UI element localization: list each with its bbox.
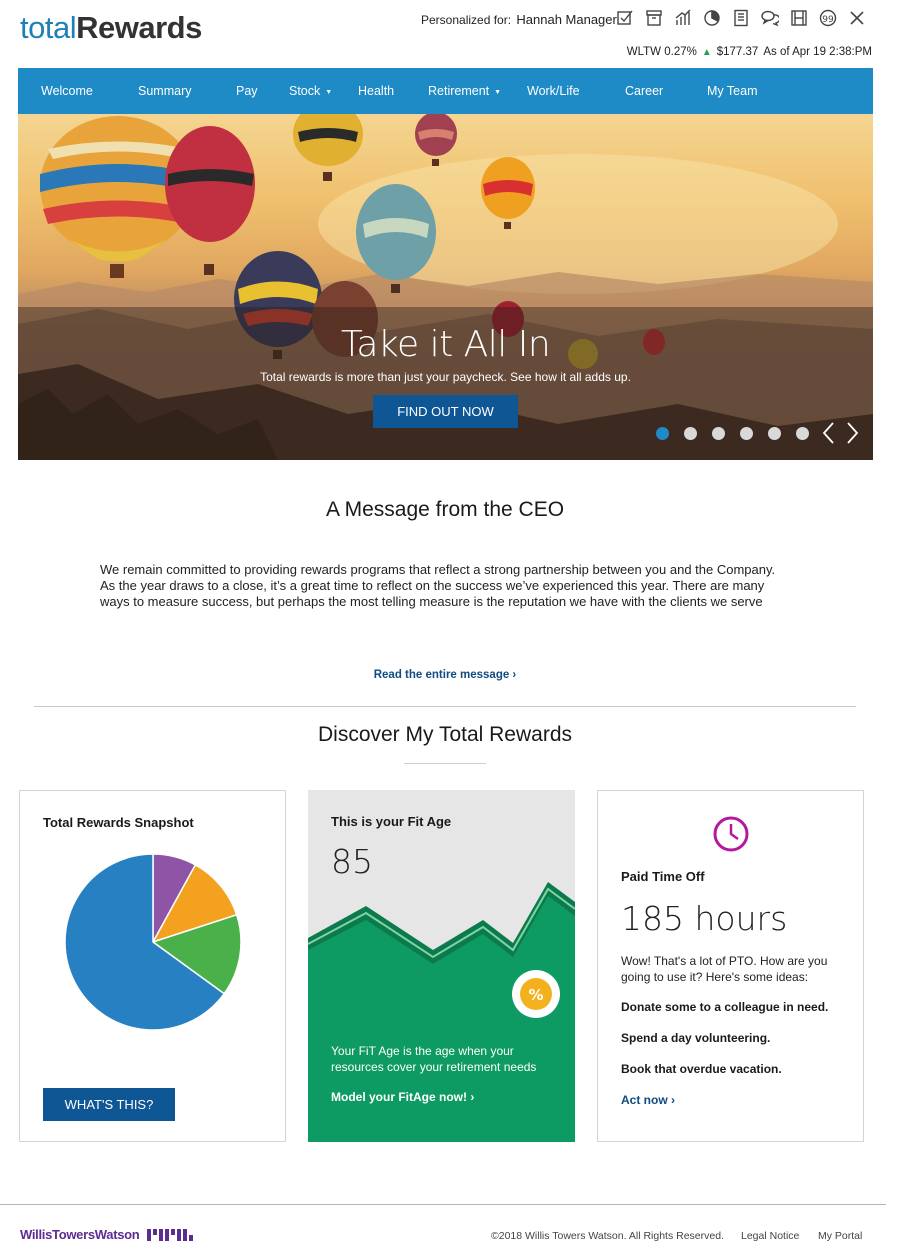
app-logo[interactable]: totalRewards bbox=[20, 10, 202, 46]
paid-time-off-card: Paid Time Off 185 hours Wow! That's a lo… bbox=[597, 790, 864, 1142]
carousel-dot[interactable] bbox=[740, 427, 753, 440]
logo-part-rewards: Rewards bbox=[76, 10, 202, 45]
footer-divider bbox=[0, 1204, 886, 1205]
arrow-up-icon: ▲ bbox=[701, 46, 712, 58]
document-icon[interactable] bbox=[731, 8, 751, 28]
user-name: Hannah Manager bbox=[516, 12, 617, 27]
nav-label: Career bbox=[625, 84, 664, 98]
card-title: Total Rewards Snapshot bbox=[43, 815, 194, 830]
pto-idea: Book that overdue vacation. bbox=[621, 1062, 782, 1076]
nav-health[interactable]: Health bbox=[358, 68, 394, 114]
card-title: Paid Time Off bbox=[621, 869, 705, 884]
ceo-message-text: We remain committed to providing rewards… bbox=[100, 562, 776, 609]
fit-age-description: Your FiT Age is the age when your resour… bbox=[331, 1044, 537, 1074]
quote-icon[interactable]: 99 bbox=[818, 8, 838, 28]
ceo-message-title: A Message from the CEO bbox=[325, 498, 565, 521]
percent-icon bbox=[520, 978, 552, 1010]
copyright-text: ©2018 Willis Towers Watson. All Rights R… bbox=[491, 1230, 724, 1242]
rewards-pie-chart[interactable] bbox=[64, 853, 242, 1031]
nav-label: Health bbox=[358, 84, 395, 98]
ticker-time: As of Apr 19 2:38:PM bbox=[763, 46, 872, 58]
nav-pay[interactable]: Pay bbox=[236, 68, 258, 114]
brand-mark-icon bbox=[147, 1228, 194, 1241]
carousel-dot[interactable] bbox=[796, 427, 809, 440]
archive-icon[interactable] bbox=[644, 8, 664, 28]
hero-title: Take it All In bbox=[340, 324, 551, 365]
carousel-dot[interactable] bbox=[656, 427, 669, 440]
nav-label: Summary bbox=[138, 84, 192, 98]
find-out-now-button[interactable]: FIND OUT NOW bbox=[373, 395, 518, 428]
pto-idea: Donate some to a colleague in need. bbox=[621, 1000, 829, 1014]
hero-carousel: Take it All In Total rewards is more tha… bbox=[18, 114, 873, 460]
whats-this-button[interactable]: WHAT'S THIS? bbox=[43, 1088, 175, 1121]
my-portal-link[interactable]: My Portal bbox=[818, 1230, 862, 1242]
carousel-dot[interactable] bbox=[768, 427, 781, 440]
legal-notice-link[interactable]: Legal Notice bbox=[741, 1230, 799, 1242]
pto-idea: Spend a day volunteering. bbox=[621, 1031, 771, 1045]
willis-towers-watson-logo[interactable]: WillisTowersWatson bbox=[20, 1227, 195, 1242]
act-now-link[interactable]: Act now › bbox=[621, 1093, 675, 1107]
fit-age-card: % This is your Fit Age 85 Your FiT Age i… bbox=[308, 790, 575, 1142]
personalized-label: Personalized for: bbox=[421, 13, 512, 27]
model-fitage-link[interactable]: Model your FitAge now! › bbox=[331, 1090, 474, 1104]
section-divider bbox=[34, 706, 856, 707]
stock-ticker: WLTW 0.27% ▲ $177.37 As of Apr 19 2:38:P… bbox=[627, 46, 872, 58]
bar-chart-icon[interactable] bbox=[673, 8, 693, 28]
nav-worklife[interactable]: Work/Life bbox=[527, 68, 580, 114]
header: totalRewards Personalized for: Hannah Ma… bbox=[0, 0, 900, 68]
pto-description: Wow! That's a lot of PTO. How are you go… bbox=[621, 954, 828, 984]
caret-down-icon: ▼ bbox=[325, 89, 333, 96]
carousel-dot[interactable] bbox=[712, 427, 725, 440]
close-icon[interactable] bbox=[847, 8, 867, 28]
nav-career[interactable]: Career bbox=[625, 68, 663, 114]
logo-part-total: total bbox=[20, 10, 77, 45]
nav-label: Stock bbox=[289, 84, 321, 98]
pto-hours-value: 185 hours bbox=[621, 899, 788, 938]
card-title: This is your Fit Age bbox=[331, 814, 452, 829]
footer-brand: WillisTowersWatson bbox=[20, 1227, 140, 1242]
ticker-symbol: WLTW 0.27% bbox=[626, 46, 697, 58]
nav-my-team[interactable]: My Team bbox=[707, 68, 757, 114]
checklist-icon[interactable] bbox=[615, 8, 635, 28]
title-underline bbox=[404, 763, 486, 764]
chevron-right-icon[interactable] bbox=[844, 420, 860, 446]
hero-subtitle: Total rewards is more than just your pay… bbox=[260, 370, 631, 384]
nav-label: Pay bbox=[236, 84, 258, 98]
nav-summary[interactable]: Summary bbox=[138, 68, 191, 114]
total-rewards-snapshot-card: Total Rewards Snapshot WHAT'S THIS? bbox=[19, 790, 286, 1142]
header-toolbar: 99 bbox=[615, 8, 867, 28]
caret-down-icon: ▼ bbox=[494, 89, 502, 96]
chevron-left-icon[interactable] bbox=[821, 420, 837, 446]
discover-title: Discover My Total Rewards bbox=[317, 723, 573, 746]
nav-label: My Team bbox=[707, 84, 758, 98]
nav-welcome[interactable]: Welcome bbox=[41, 68, 93, 114]
film-icon[interactable] bbox=[789, 8, 809, 28]
carousel-dots bbox=[656, 427, 809, 440]
nav-stock[interactable]: Stock ▼ bbox=[289, 68, 332, 114]
fit-age-value: 85 bbox=[331, 842, 373, 881]
nav-retirement[interactable]: Retirement ▼ bbox=[428, 68, 501, 114]
svg-text:99: 99 bbox=[822, 15, 834, 25]
chat-icon[interactable] bbox=[760, 8, 780, 28]
read-entire-message-link[interactable]: Read the entire message › bbox=[0, 669, 890, 681]
nav-label: Work/Life bbox=[527, 84, 580, 98]
ticker-price: $177.37 bbox=[716, 46, 759, 58]
carousel-dot[interactable] bbox=[684, 427, 697, 440]
pie-chart-icon[interactable] bbox=[702, 8, 722, 28]
personalized-for: Personalized for: Hannah Manager bbox=[421, 12, 617, 27]
main-nav: Welcome Summary Pay Stock ▼ Health Retire… bbox=[18, 68, 873, 114]
nav-label: Welcome bbox=[41, 84, 93, 98]
clock-icon bbox=[713, 816, 749, 852]
nav-label: Retirement bbox=[428, 84, 490, 98]
